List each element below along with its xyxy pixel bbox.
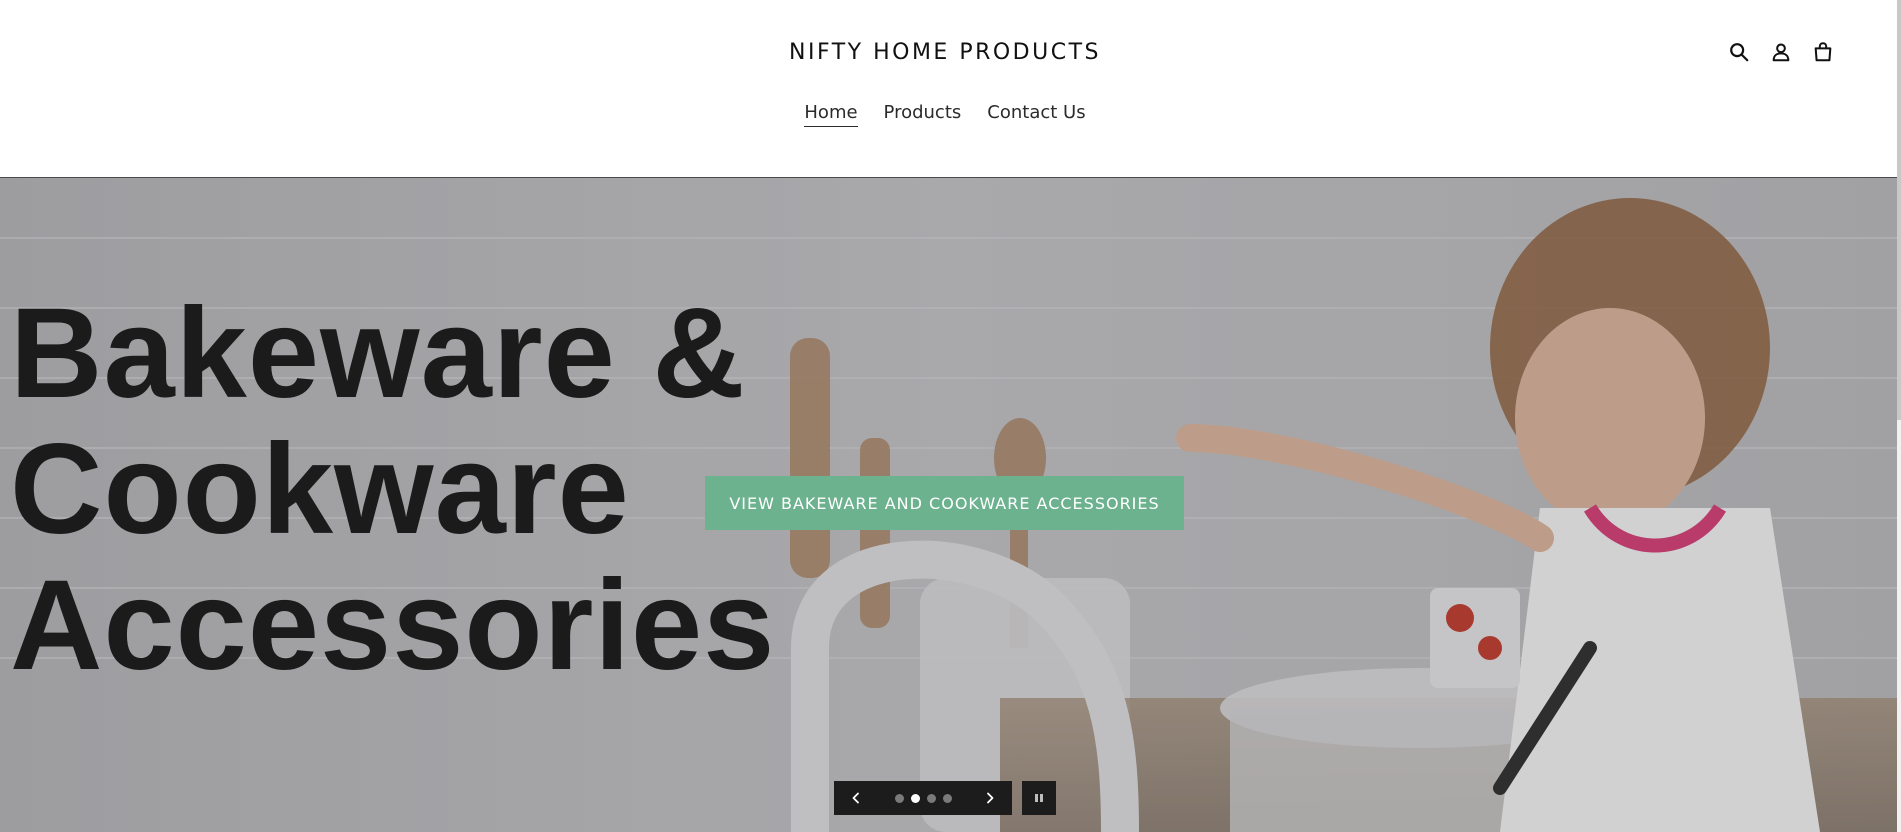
slide-dots [894,793,952,803]
search-icon[interactable] [1727,40,1751,64]
chevron-left-icon[interactable] [848,790,864,806]
nav-products[interactable]: Products [884,102,962,127]
header-icons [1727,40,1835,64]
page: NIFTY HOME PRODUCTS Home Products Contac… [0,0,1901,832]
site-header: NIFTY HOME PRODUCTS Home Products Contac… [0,0,1897,178]
slide-dot-3[interactable] [926,793,936,803]
slideshow-controls [834,781,1012,815]
view-bakeware-button[interactable]: VIEW BAKEWARE AND COOKWARE ACCESSORIES [705,476,1184,530]
hero-heading-line: Cookware [10,418,630,561]
account-icon[interactable] [1769,40,1793,64]
slide-dot-1[interactable] [894,793,904,803]
hero-heading: Bakeware & Cookware Accessories [10,286,775,694]
nav-home[interactable]: Home [804,102,858,127]
page-scrollbar[interactable] [1897,0,1901,832]
slide-dot-2[interactable] [910,793,920,803]
hero-heading-line: Bakeware & [10,282,746,425]
chevron-right-icon[interactable] [982,790,998,806]
site-logo[interactable]: NIFTY HOME PRODUCTS [0,40,1890,65]
hero-heading-line: Accessories [10,554,776,697]
main-nav: Home Products Contact Us [0,102,1890,127]
nav-contact-us[interactable]: Contact Us [987,102,1085,127]
cart-icon[interactable] [1811,40,1835,64]
hero-slideshow: Bakeware & Cookware Accessories VIEW BAK… [0,178,1897,832]
slide-dot-4[interactable] [942,793,952,803]
pause-icon [1035,794,1043,802]
pause-button[interactable] [1022,781,1056,815]
scrollbar-thumb[interactable] [1897,0,1901,420]
